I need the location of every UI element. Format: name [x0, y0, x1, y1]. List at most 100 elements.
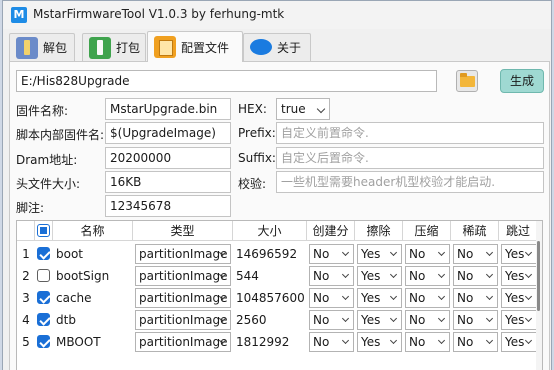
table-row[interactable]: 3 cache partitionImage 104857600 No Yes No No Ye…: [17, 287, 542, 309]
sparse-select[interactable]: No: [453, 332, 498, 352]
tab-about[interactable]: 关于: [243, 33, 311, 61]
column-header-skip[interactable]: 跳过: [499, 221, 538, 241]
partition-type-select[interactable]: partitionImage: [135, 288, 231, 308]
sparse-select[interactable]: No: [453, 244, 498, 264]
chevron-down-icon: [437, 292, 446, 301]
erase-select[interactable]: Yes: [357, 288, 402, 308]
column-header-sparse[interactable]: 稀疏: [451, 221, 499, 241]
sparse-select[interactable]: No: [453, 266, 498, 286]
chevron-down-icon: [341, 270, 350, 279]
suffix-field[interactable]: 自定义后置命令.: [276, 147, 544, 169]
partition-type-select[interactable]: partitionImage: [135, 332, 231, 352]
sparse-select[interactable]: No: [453, 288, 498, 308]
skip-select[interactable]: Yes: [501, 244, 537, 264]
compress-select[interactable]: No: [405, 310, 450, 330]
sparse-value: No: [457, 269, 474, 283]
erase-select[interactable]: Yes: [357, 244, 402, 264]
firmware-name-field[interactable]: MstarUpgrade.bin: [105, 98, 231, 120]
partition-size: 2560: [236, 313, 267, 327]
select-all-checkbox[interactable]: [37, 224, 50, 237]
skip-select[interactable]: Yes: [501, 288, 537, 308]
compress-select[interactable]: No: [405, 332, 450, 352]
partition-type-select[interactable]: partitionImage: [135, 244, 231, 264]
table-row[interactable]: 2 bootSign partitionImage 544 No Yes No No Yes: [17, 265, 542, 287]
create-partition-select[interactable]: No: [309, 310, 354, 330]
chevron-down-icon: [524, 248, 533, 257]
chevron-down-icon: [485, 248, 494, 257]
chevron-down-icon: [437, 248, 446, 257]
partition-type-select[interactable]: partitionImage: [135, 266, 231, 286]
create-partition-value: No: [313, 313, 330, 327]
create-partition-select[interactable]: No: [309, 266, 354, 286]
erase-select[interactable]: Yes: [357, 310, 402, 330]
dram-address-field[interactable]: 20200000: [105, 147, 231, 169]
skip-select[interactable]: Yes: [501, 332, 537, 352]
vertical-scrollbar[interactable]: [536, 221, 542, 370]
browse-folder-button[interactable]: [456, 70, 478, 92]
window-title: MstarFirmwareTool V1.0.3 by ferhung-mtk: [33, 7, 285, 21]
partition-size: 14696592: [236, 247, 298, 261]
partition-type-select[interactable]: partitionImage: [135, 310, 231, 330]
row-checkbox[interactable]: [37, 335, 50, 348]
column-header-type[interactable]: 类型: [133, 221, 233, 241]
row-checkbox[interactable]: [37, 313, 50, 326]
app-icon: M: [11, 7, 27, 23]
erase-select[interactable]: Yes: [357, 266, 402, 286]
tab-unpack[interactable]: 解包: [9, 33, 75, 61]
column-header-name[interactable]: 名称: [53, 221, 133, 241]
chevron-down-icon: [389, 336, 398, 345]
row-checkbox[interactable]: [37, 247, 50, 260]
chevron-down-icon: [485, 314, 494, 323]
prefix-field[interactable]: 自定义前置命令.: [276, 122, 544, 144]
row-number: 3: [22, 291, 30, 305]
compress-select[interactable]: No: [405, 288, 450, 308]
chevron-down-icon: [524, 314, 533, 323]
tab-pack[interactable]: 打包: [82, 33, 146, 61]
row-checkbox[interactable]: [37, 269, 50, 282]
sparse-select[interactable]: No: [453, 310, 498, 330]
app-window: M MstarFirmwareTool V1.0.3 by ferhung-mt…: [2, 0, 552, 370]
chevron-down-icon: [341, 292, 350, 301]
note-field[interactable]: 12345678: [105, 195, 231, 217]
path-input[interactable]: E:/His828Upgrade: [16, 70, 437, 92]
erase-select[interactable]: Yes: [357, 332, 402, 352]
table-row[interactable]: 1 boot partitionImage 14696592 No Yes No No Yes: [17, 243, 542, 265]
partition-type-value: partitionImage: [139, 313, 228, 327]
create-partition-select[interactable]: No: [309, 288, 354, 308]
column-header-compress[interactable]: 压缩: [403, 221, 451, 241]
table-row[interactable]: 5 MBOOT partitionImage 1812992 No Yes No No Yes: [17, 331, 542, 353]
tab-about-label: 关于: [277, 41, 302, 55]
header-size-field[interactable]: 16KB: [105, 171, 231, 193]
column-header-create-partition[interactable]: 创建分区: [307, 221, 355, 258]
compress-value: No: [409, 247, 426, 261]
partition-table: 名称 类型 大小 创建分区 擦除 压缩 稀疏 跳过 1 boot partition…: [16, 220, 543, 370]
compress-select[interactable]: No: [405, 266, 450, 286]
skip-select[interactable]: Yes: [501, 266, 537, 286]
chevron-down-icon: [485, 336, 494, 345]
chevron-down-icon: [485, 270, 494, 279]
partition-type-value: partitionImage: [139, 335, 228, 349]
table-row[interactable]: 4 dtb partitionImage 2560 No Yes No No Yes: [17, 309, 542, 331]
create-partition-select[interactable]: No: [309, 332, 354, 352]
chevron-down-icon: [389, 248, 398, 257]
chevron-down-icon: [316, 104, 326, 114]
row-checkbox[interactable]: [37, 291, 50, 304]
compress-select[interactable]: No: [405, 244, 450, 264]
scrollbar-thumb[interactable]: [537, 241, 540, 311]
verify-field[interactable]: 一些机型需要header机型校验才能启动.: [276, 171, 544, 193]
column-header-size[interactable]: 大小: [233, 221, 307, 241]
tab-config-file[interactable]: 配置文件: [147, 31, 243, 62]
create-partition-select[interactable]: No: [309, 244, 354, 264]
sparse-value: No: [457, 291, 474, 305]
suffix-label: Suffix:: [238, 151, 276, 165]
generate-button[interactable]: 生成: [500, 69, 544, 93]
hex-select[interactable]: true: [276, 98, 330, 120]
script-firmware-name-field[interactable]: $(UpgradeImage): [105, 122, 231, 144]
column-header-erase[interactable]: 擦除: [355, 221, 403, 241]
partition-size: 104857600: [236, 291, 305, 305]
compress-value: No: [409, 291, 426, 305]
partition-type-value: partitionImage: [139, 291, 228, 305]
prefix-label: Prefix:: [238, 126, 276, 140]
skip-select[interactable]: Yes: [501, 310, 537, 330]
skip-value: Yes: [505, 335, 525, 349]
